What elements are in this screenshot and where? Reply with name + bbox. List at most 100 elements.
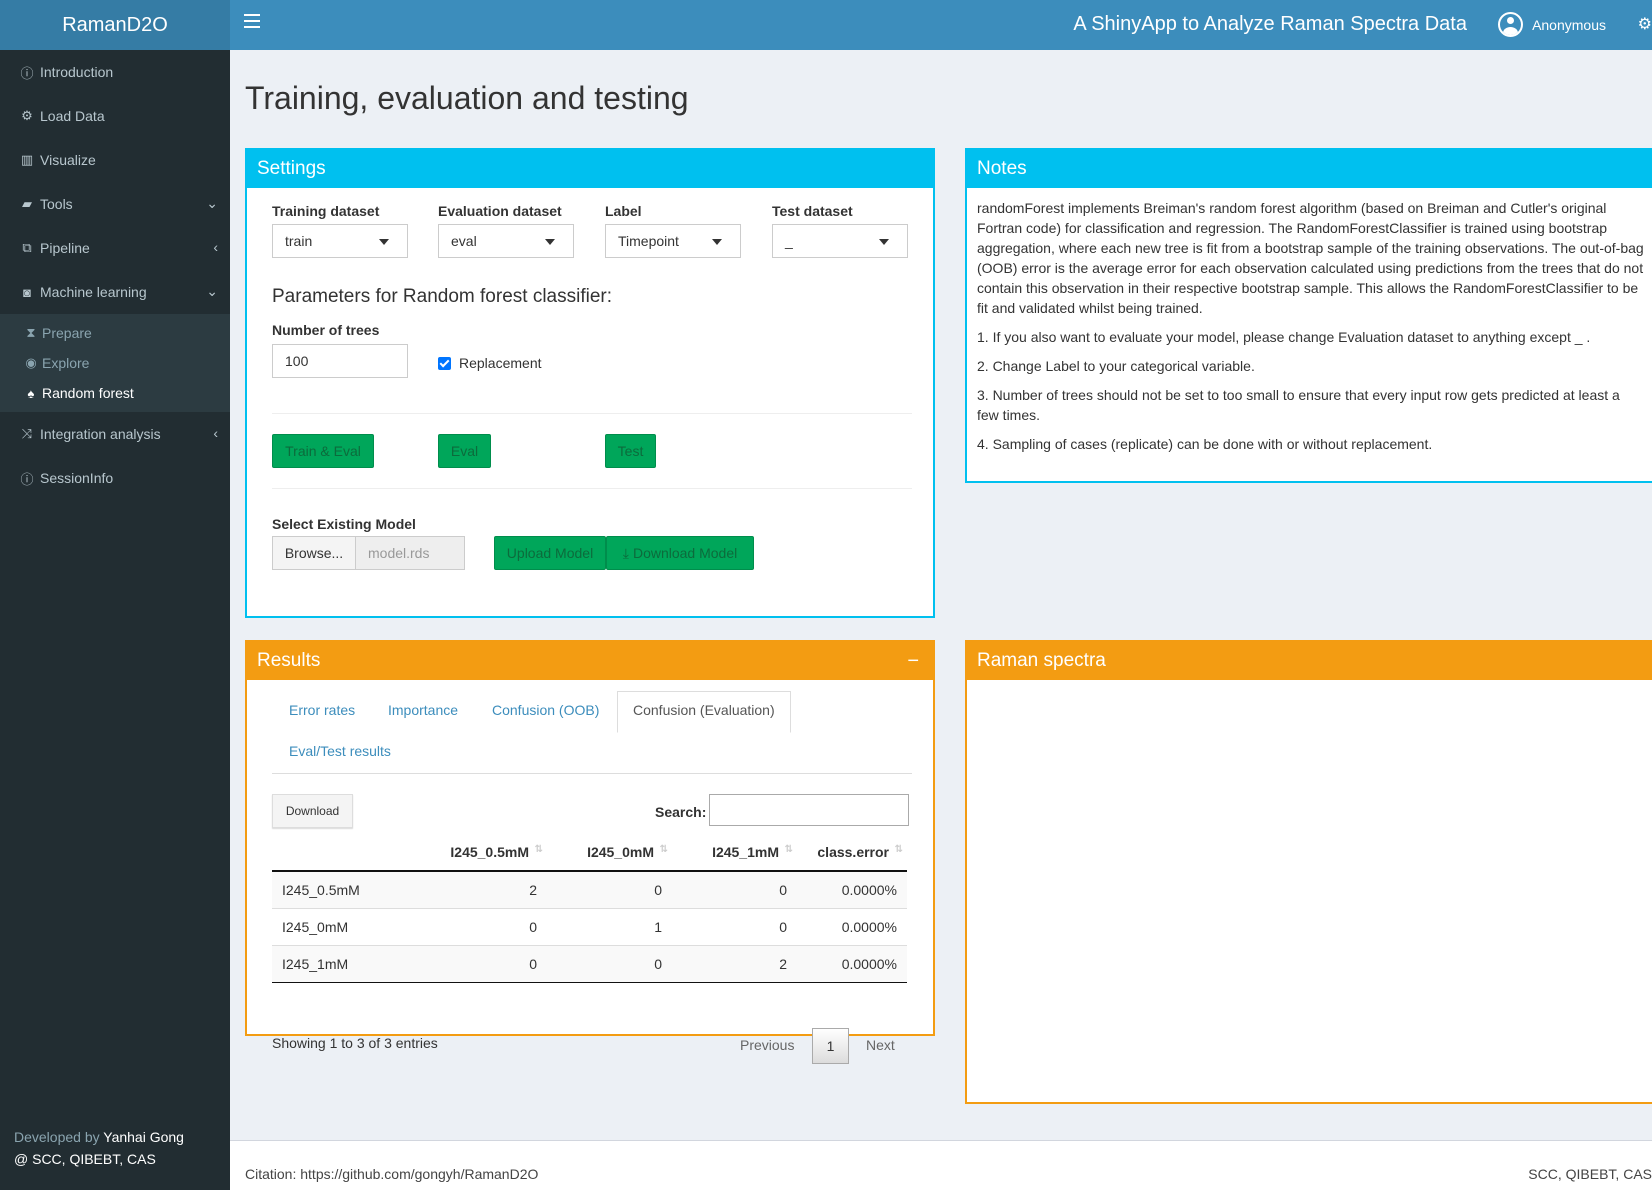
note-item: 2. Change Label to your categorical vari… <box>977 358 1255 374</box>
eval-button[interactable]: Eval <box>438 434 491 468</box>
evaluation-dataset-label: Evaluation dataset <box>438 203 562 219</box>
caret-down-icon <box>379 239 389 245</box>
sidebar-item-label: Introduction <box>40 64 114 80</box>
column-header[interactable]: I245_0mM ⇅ <box>547 834 672 872</box>
table-row: I245_0.5mM 2 0 0 0.0000% <box>272 870 907 908</box>
table-row: I245_1mM 0 0 2 0.0000% <box>272 944 907 983</box>
column-header[interactable]: I245_0.5mM ⇅ <box>412 834 547 872</box>
checkbox-checked-icon[interactable] <box>438 356 451 370</box>
page-title: Training, evaluation and testing <box>245 80 689 116</box>
pagination-previous[interactable]: Previous <box>740 1037 794 1053</box>
collapse-minus-icon[interactable]: − <box>907 650 919 673</box>
search-input[interactable] <box>709 794 909 826</box>
sidebar-item-load-data[interactable]: ⚙ Load Data <box>0 94 230 138</box>
box-title-text: Results <box>257 650 321 671</box>
sidebar-subitem-explore[interactable]: ◉ Explore <box>0 348 230 378</box>
table-cell: I245_0.5mM <box>272 870 412 908</box>
table-cell: 0 <box>547 870 672 908</box>
cogs-icon: ⚙ <box>21 108 33 123</box>
column-header[interactable]: I245_1mM ⇅ <box>672 834 797 872</box>
box-title: Raman spectra <box>967 642 1652 680</box>
download-table-button[interactable]: Download <box>272 794 353 828</box>
box-title: Settings <box>247 150 933 188</box>
sort-icon: ⇅ <box>534 844 543 855</box>
params-heading: Parameters for Random forest classifier: <box>272 286 613 307</box>
file-name-field: model.rds <box>355 536 465 570</box>
upload-model-button[interactable]: Upload Model <box>494 536 606 570</box>
tab-error-rates[interactable]: Error rates <box>289 702 355 718</box>
column-header[interactable]: class.error ⇅ <box>797 834 907 872</box>
table-cell: I245_1mM <box>272 944 412 983</box>
table-cell: 2 <box>412 870 547 908</box>
ml-submenu: ⧗ Prepare ◉ Explore ♠ Random forest <box>0 314 230 412</box>
sidebar-item-pipeline[interactable]: ⧉ Pipeline ‹ <box>0 226 230 270</box>
user-name: Anonymous <box>1532 16 1606 33</box>
app-title: A ShinyApp to Analyze Raman Spectra Data <box>1073 13 1467 35</box>
test-button[interactable]: Test <box>605 434 656 468</box>
select-value: train <box>285 233 313 249</box>
raman-spectra-box: Raman spectra <box>965 640 1652 1104</box>
results-box: Results − Error rates Importance Confusi… <box>245 640 935 1064</box>
trees-input[interactable]: 100 <box>272 344 408 378</box>
label-label: Label <box>605 203 642 219</box>
evaluation-dataset-select[interactable]: eval <box>438 224 574 258</box>
pagination-next[interactable]: Next <box>866 1037 895 1053</box>
browse-button[interactable]: Browse... <box>272 536 356 570</box>
sidebar-item-sessioninfo[interactable]: ⓘ SessionInfo <box>0 456 230 500</box>
download-model-button[interactable]: ⤓ Download Model <box>606 536 754 570</box>
search-label: Search: <box>655 804 707 820</box>
caret-down-icon <box>879 239 889 245</box>
eye-icon: ◉ <box>25 355 37 370</box>
test-dataset-select[interactable]: _ <box>772 224 908 258</box>
sidebar-item-introduction[interactable]: ⓘ Introduction <box>0 50 230 94</box>
footer-prefix: Developed by <box>14 1129 100 1145</box>
replacement-checkbox[interactable]: Replacement <box>438 355 542 371</box>
button-label: Download Model <box>632 545 738 561</box>
download-icon: ⤓ <box>622 544 629 561</box>
top-navbar: A ShinyApp to Analyze Raman Spectra Data… <box>230 0 1652 50</box>
chevron-down-icon: ⌄ <box>206 283 218 299</box>
sidebar-item-label: Random forest <box>42 385 134 401</box>
column-label: I245_0.5mM <box>450 844 529 860</box>
select-value: Timepoint <box>618 233 679 249</box>
sidebar-subitem-prepare[interactable]: ⧗ Prepare <box>0 318 230 348</box>
column-label: class.error <box>817 844 889 860</box>
chart-bar-icon: ▥ <box>20 152 34 167</box>
tab-confusion-evaluation[interactable]: Confusion (Evaluation) <box>617 691 791 733</box>
sidebar-subitem-random-forest[interactable]: ♠ Random forest <box>0 378 230 408</box>
caret-down-icon <box>712 239 722 245</box>
user-menu[interactable]: Anonymous <box>1498 12 1606 37</box>
input-value: 100 <box>285 353 309 369</box>
box-title: Results − <box>247 642 933 680</box>
sidebar-item-label: Visualize <box>40 152 96 168</box>
train-eval-button[interactable]: Train & Eval <box>272 434 374 468</box>
sidebar-item-tools[interactable]: ▰ Tools ⌄ <box>0 182 230 226</box>
notes-body: randomForest implements Breiman's random… <box>967 188 1652 473</box>
table-cell: 0.0000% <box>797 944 907 983</box>
user-circle-icon <box>1498 12 1524 37</box>
chevron-down-icon: ⌄ <box>206 195 218 211</box>
note-item: 1. If you also want to evaluate your mod… <box>977 329 1591 345</box>
tab-importance[interactable]: Importance <box>388 702 458 718</box>
app-logo[interactable]: RamanD2O <box>0 0 230 50</box>
caret-down-icon <box>545 239 555 245</box>
tab-eval-test-results[interactable]: Eval/Test results <box>289 743 391 759</box>
raman-plot-area <box>967 680 1652 1100</box>
info-circle-icon: ⓘ <box>20 471 34 487</box>
tab-confusion-oob[interactable]: Confusion (OOB) <box>492 702 599 718</box>
sidebar-item-integration-analysis[interactable]: ⤨ Integration analysis ‹ <box>0 412 230 456</box>
sidebar-item-machine-learning[interactable]: ◙ Machine learning ⌄ <box>0 270 230 314</box>
trees-label: Number of trees <box>272 322 380 338</box>
footer-citation: Citation: https://github.com/gongyh/Rama… <box>245 1166 539 1182</box>
column-label: I245_1mM <box>712 844 779 860</box>
notes-box: Notes randomForest implements Breiman's … <box>965 148 1652 483</box>
training-dataset-select[interactable]: train <box>272 224 408 258</box>
table-cell: 1 <box>547 907 672 945</box>
sidebar-item-label: Integration analysis <box>40 426 161 442</box>
note-item: 3. Number of trees should not be set to … <box>977 387 1620 423</box>
sidebar-toggle-icon[interactable] <box>244 14 260 30</box>
label-select[interactable]: Timepoint <box>605 224 741 258</box>
pagination-page[interactable]: 1 <box>812 1028 849 1064</box>
sidebar-item-visualize[interactable]: ▥ Visualize <box>0 138 230 182</box>
control-sidebar-gears-icon[interactable]: ⚙ <box>1638 14 1652 34</box>
